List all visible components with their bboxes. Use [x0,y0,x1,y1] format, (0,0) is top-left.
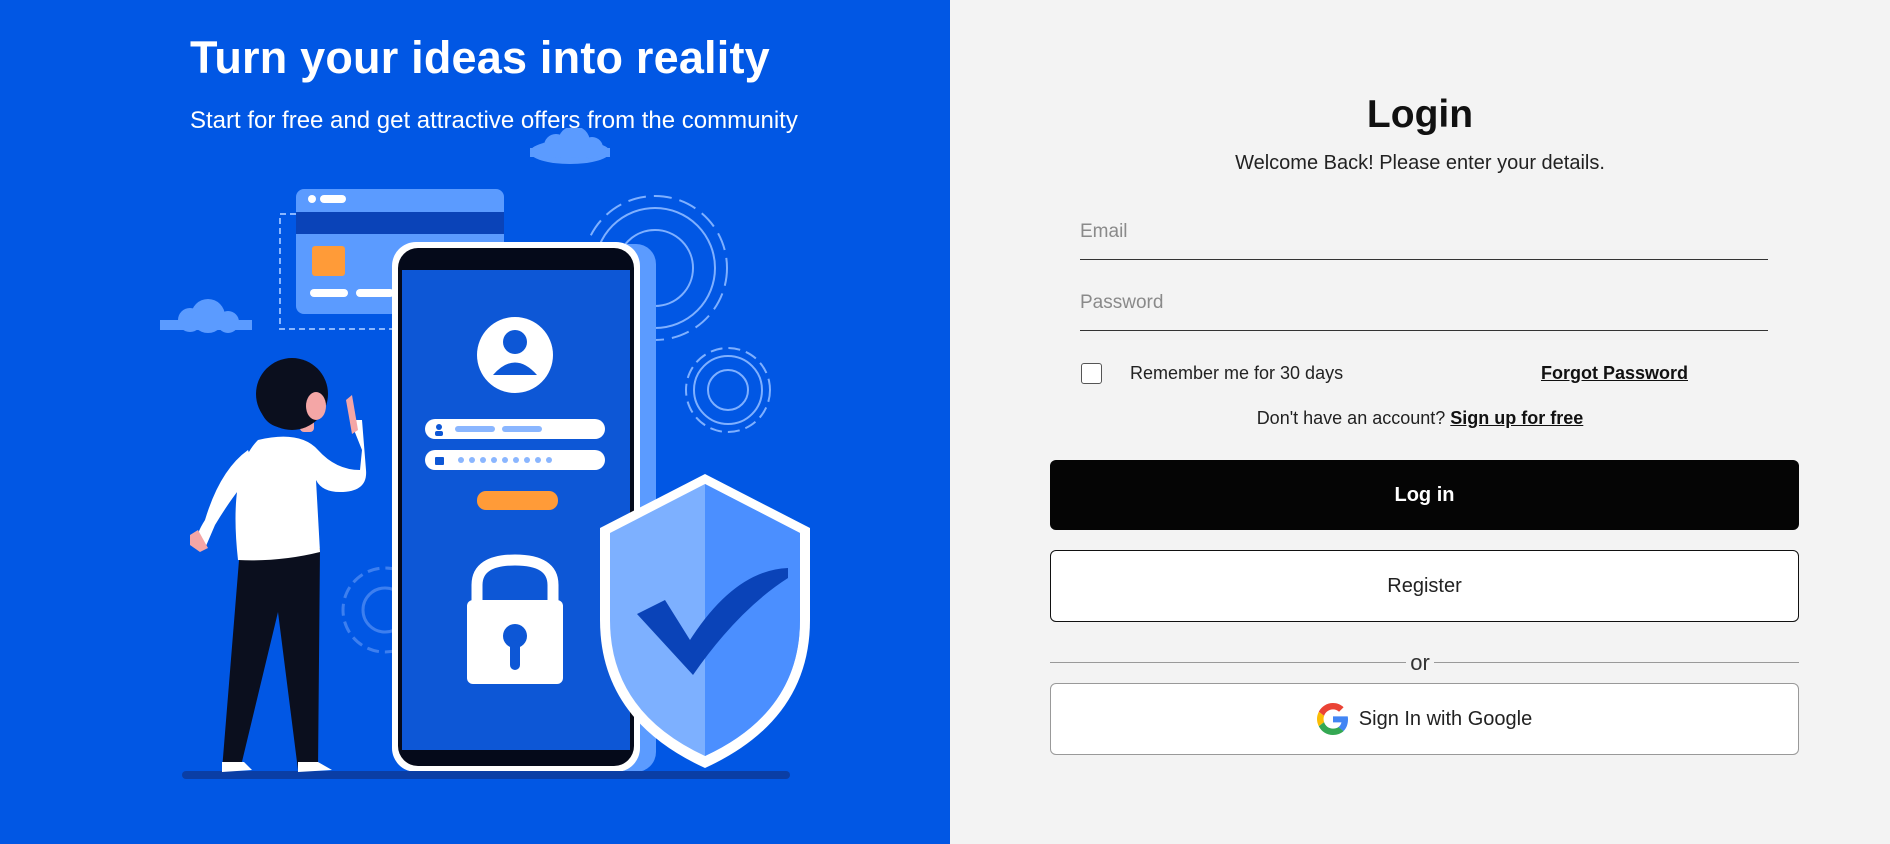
or-text: or [1406,650,1434,675]
login-panel: Login Welcome Back! Please enter your de… [950,0,1890,844]
cloud-icon [160,299,252,333]
signup-prompt-row: Don't have an account? Sign up for free [950,408,1890,429]
register-button-label: Register [1387,574,1462,597]
login-subtitle: Welcome Back! Please enter your details. [1235,152,1605,174]
or-separator: or [950,650,1890,676]
gear-icon [685,347,771,433]
login-button[interactable]: Log in [1050,460,1799,530]
hero-panel: Turn your ideas into reality Start for f… [0,0,950,844]
google-g-icon [1316,703,1348,735]
login-title: Login [1366,93,1474,136]
remember-me-checkbox[interactable] [1081,363,1102,384]
remember-me-label: Remember me for 30 days [1130,363,1344,383]
password-input[interactable] [1080,283,1768,331]
google-button-label: Sign In with Google [1358,707,1533,730]
google-signin-button[interactable]: Sign In with Google [1050,683,1799,755]
signup-link[interactable]: Sign up for free [1450,408,1583,428]
register-button[interactable]: Register [1050,550,1799,622]
forgot-password-link[interactable]: Forgot Password [1541,363,1688,384]
security-login-illustration [160,128,810,779]
email-input[interactable] [1080,212,1768,260]
person-illustration [190,358,367,772]
signup-prompt-text: Don't have an account? [1256,408,1446,428]
hero-title: Turn your ideas into reality [190,32,770,83]
user-avatar-icon [477,317,553,393]
cloud-icon [530,128,610,164]
login-button-label: Log in [1394,483,1455,506]
